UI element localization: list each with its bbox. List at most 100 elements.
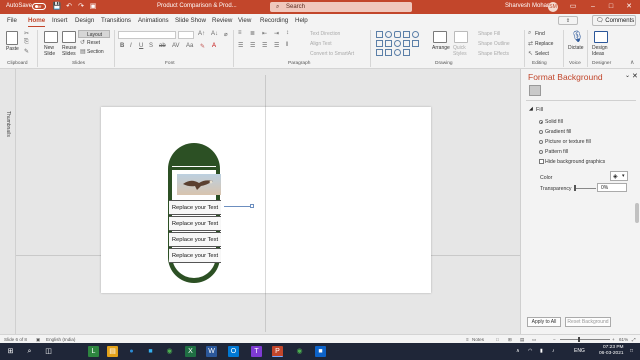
option-gradient-fill[interactable]: Gradient fill <box>545 129 571 135</box>
app-blue-icon[interactable]: ■ <box>315 346 326 357</box>
change-case-icon[interactable]: Aa <box>186 43 193 49</box>
columns-icon[interactable]: ‖ <box>286 42 288 48</box>
minimize-icon[interactable]: – <box>588 2 598 12</box>
task-view-icon[interactable]: ◫ <box>43 346 54 357</box>
tray-chevron-icon[interactable]: ∧ <box>516 348 520 354</box>
slide-counter[interactable]: Slide 6 of 8 <box>4 337 27 342</box>
shape-circle-icon[interactable] <box>412 31 419 38</box>
app-green-icon[interactable]: L <box>88 346 99 357</box>
shape-rect-icon[interactable] <box>376 31 383 38</box>
shape-callout-icon[interactable] <box>403 49 410 56</box>
decrease-indent-icon[interactable]: ⇤ <box>262 30 267 37</box>
bullets-icon[interactable]: ≡ <box>238 30 242 36</box>
tab-file[interactable]: File <box>7 17 17 24</box>
tab-design[interactable]: Design <box>75 17 94 24</box>
shape-fill-label[interactable]: Shape Fill <box>478 31 500 37</box>
align-center-icon[interactable]: ☰ <box>250 42 255 49</box>
edge-icon[interactable]: ● <box>126 346 137 357</box>
font-color-icon[interactable]: A <box>212 43 216 49</box>
paste-label[interactable]: Paste <box>6 46 19 52</box>
radio-gradient-fill[interactable] <box>539 130 543 134</box>
text-row-2[interactable]: Replace your Text <box>169 216 221 231</box>
redo-icon[interactable]: ↷ <box>76 2 86 12</box>
eagle-photo[interactable] <box>177 174 221 195</box>
color-picker-button[interactable]: ◈ ▾ <box>610 171 628 181</box>
thumbnails-pane[interactable]: Thumbnails <box>0 69 16 334</box>
quick-styles-label[interactable]: Quick Styles <box>453 45 467 57</box>
tab-view[interactable]: View <box>238 17 251 24</box>
connector-handle[interactable] <box>250 204 254 208</box>
select-icon[interactable]: ↖ <box>528 50 533 57</box>
increase-indent-icon[interactable]: ⇥ <box>274 30 279 37</box>
zoom-out-icon[interactable]: − <box>553 337 556 342</box>
increase-font-icon[interactable]: A↑ <box>198 31 205 37</box>
undo-icon[interactable]: ↶ <box>64 2 74 12</box>
shape-star-icon[interactable] <box>412 40 419 47</box>
save-icon[interactable]: 💾 <box>52 2 62 12</box>
bold-icon[interactable]: B <box>120 43 124 49</box>
notification-icon[interactable]: □ <box>630 348 633 354</box>
find-label[interactable]: Find <box>535 31 545 37</box>
tab-slide-show[interactable]: Slide Show <box>175 17 206 24</box>
shape-arrow-icon[interactable] <box>385 40 392 47</box>
present-icon[interactable]: ▣ <box>88 2 98 12</box>
slide-canvas[interactable] <box>101 107 431 293</box>
clear-formatting-icon[interactable]: ⌀ <box>224 31 228 38</box>
user-name[interactable]: Sharvesh Mohan <box>505 3 550 9</box>
collapse-ribbon-icon[interactable]: ∧ <box>630 59 634 66</box>
connector-line[interactable] <box>224 206 250 207</box>
shapes-gallery[interactable] <box>374 30 428 58</box>
radio-solid-fill[interactable] <box>539 120 543 124</box>
replace-icon[interactable]: ⇄ <box>528 40 533 47</box>
reset-background-button[interactable]: Reset Background <box>565 317 611 327</box>
wifi-icon[interactable]: ◠ <box>528 348 532 354</box>
avatar[interactable]: SM <box>548 2 558 12</box>
shape-outline-label[interactable]: Shape Outline <box>478 41 510 47</box>
reset-label[interactable]: Reset <box>87 40 100 46</box>
hide-graphics-label[interactable]: Hide background graphics <box>545 159 605 165</box>
apply-to-all-button[interactable]: Apply to All <box>527 317 561 327</box>
tab-insert[interactable]: Insert <box>52 17 67 24</box>
notes-toggle[interactable]: Notes <box>472 337 484 342</box>
shape-line-icon[interactable] <box>376 40 383 47</box>
quick-styles-icon[interactable] <box>454 31 468 43</box>
shape-oval-icon[interactable] <box>385 31 392 38</box>
copy-icon[interactable]: ⎘ <box>24 39 29 46</box>
arrange-icon[interactable] <box>433 31 447 43</box>
zoom-in-icon[interactable]: + <box>612 337 615 342</box>
design-ideas-label[interactable]: Design Ideas <box>592 45 608 57</box>
shape-square-icon[interactable] <box>403 31 410 38</box>
maximize-icon[interactable]: □ <box>606 2 616 12</box>
align-right-icon[interactable]: ☰ <box>262 42 267 49</box>
numbering-icon[interactable]: ≣ <box>250 30 255 37</box>
outlook-icon[interactable]: O <box>228 346 239 357</box>
option-pattern-fill[interactable]: Pattern fill <box>545 149 568 155</box>
new-slide-label[interactable]: New Slide <box>44 45 55 57</box>
decrease-font-icon[interactable]: A↓ <box>211 31 218 37</box>
shape-rounded-icon[interactable] <box>394 31 401 38</box>
format-painter-icon[interactable]: ✎ <box>24 48 29 55</box>
find-icon[interactable]: ⌕ <box>528 30 531 37</box>
chrome-alt-icon[interactable]: ◉ <box>294 346 305 357</box>
radio-pattern-fill[interactable] <box>539 150 543 154</box>
fit-slide-icon[interactable]: ⤢ <box>632 337 636 342</box>
battery-icon[interactable]: ▮ <box>540 348 543 354</box>
text-row-3[interactable]: Replace your Text <box>169 232 221 247</box>
arrange-label[interactable]: Arrange <box>432 45 450 51</box>
transparency-slider-thumb[interactable] <box>574 185 576 191</box>
shape-curve-icon[interactable] <box>376 49 383 56</box>
cut-icon[interactable]: ✂ <box>24 30 29 37</box>
tab-recording[interactable]: Recording <box>260 17 288 24</box>
word-icon[interactable]: W <box>206 346 217 357</box>
dictate-label[interactable]: Dictate <box>568 45 584 51</box>
section-label[interactable]: Section <box>87 49 104 55</box>
option-picture-fill[interactable]: Picture or texture fill <box>545 139 591 145</box>
volume-icon[interactable]: ♪ <box>552 348 555 354</box>
pane-options-icon[interactable]: ⌄ <box>625 72 630 79</box>
windows-start-icon[interactable]: ⊞ <box>5 346 16 357</box>
strikethrough-icon[interactable]: ab <box>159 43 166 49</box>
zoom-slider[interactable] <box>560 339 610 340</box>
fill-collapse-icon[interactable]: ◢ <box>529 106 533 112</box>
justify-icon[interactable]: ☰ <box>274 42 279 49</box>
tab-review[interactable]: Review <box>212 17 232 24</box>
